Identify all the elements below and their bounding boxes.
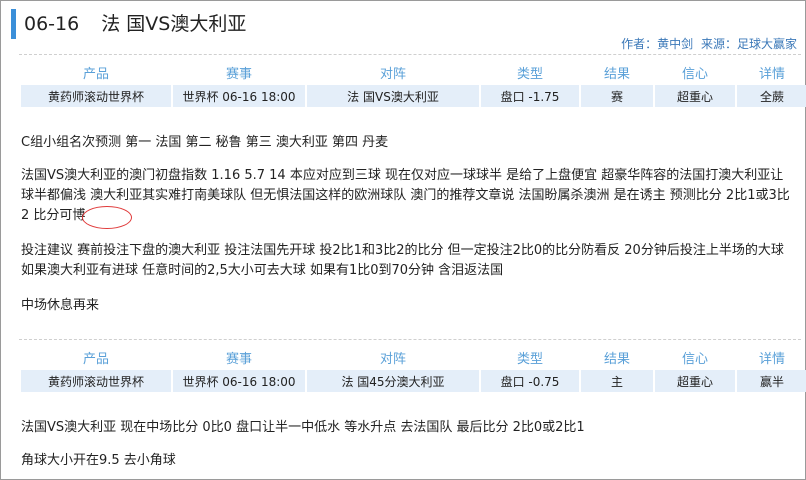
prediction-table-2: 产品 赛事 对阵 类型 结果 信心 详情 黄药师滚动世界杯 世界杯 06-16 … xyxy=(19,344,806,394)
cell-result: 主 xyxy=(581,370,653,392)
byline: 作者：黄中剑 来源：足球大赢家 xyxy=(617,35,797,52)
cell-type: 盘口 -1.75 xyxy=(481,85,579,107)
table-row: 黄药师滚动世界杯 世界杯 06-16 18:00 法 国45分澳大利亚 盘口 -… xyxy=(21,370,806,392)
col-header-event: 赛事 xyxy=(225,351,252,367)
author-label: 作者：黄中剑 xyxy=(621,37,694,51)
col-header-details: 详情 xyxy=(758,66,785,82)
paragraph-analysis: 法国VS澳大利亚的澳门初盘指数 1.16 5.7 14 本应对应到三球 现在仅对… xyxy=(21,168,790,223)
cell-type: 盘口 -0.75 xyxy=(481,370,579,392)
cell-confidence: 超重心 xyxy=(655,370,735,392)
paragraph-group-prediction: C组小组名次预测 第一 法国 第二 秘鲁 第三 澳大利亚 第四 丹麦 xyxy=(21,135,389,150)
cell-match: 法 国VS澳大利亚 xyxy=(307,85,479,107)
col-header-confidence: 信心 xyxy=(681,66,708,82)
paragraph-betting-advice: 投注建议 赛前投注下盘的澳大利亚 投注法国先开球 投2比1和3比2的比分 但一定… xyxy=(21,243,784,278)
table-header-row: 产品 赛事 对阵 类型 结果 信心 详情 xyxy=(21,346,806,368)
col-header-product: 产品 xyxy=(82,351,109,367)
col-header-result: 结果 xyxy=(603,66,630,82)
cell-match: 法 国45分澳大利亚 xyxy=(307,370,479,392)
paragraph-halftime: 中场休息再来 xyxy=(21,298,100,313)
col-header-type: 类型 xyxy=(516,351,543,367)
cell-product: 黄药师滚动世界杯 xyxy=(21,85,171,107)
col-header-confidence: 信心 xyxy=(681,351,708,367)
cell-details: 赢半 xyxy=(737,370,806,392)
divider xyxy=(19,339,801,340)
col-header-match: 对阵 xyxy=(379,66,406,82)
cell-confidence: 超重心 xyxy=(655,85,735,107)
cell-details: 全蕨 xyxy=(737,85,806,107)
col-header-details: 详情 xyxy=(758,351,785,367)
source-label: 来源：足球大赢家 xyxy=(700,37,797,51)
table-row: 黄药师滚动世界杯 世界杯 06-16 18:00 法 国VS澳大利亚 盘口 -1… xyxy=(21,85,806,107)
prediction-table-1: 产品 赛事 对阵 类型 结果 信心 详情 黄药师滚动世界杯 世界杯 06-16 … xyxy=(19,59,806,109)
col-header-product: 产品 xyxy=(82,66,109,82)
paragraph-halftime-update: 法国VS澳大利亚 现在中场比分 0比0 盘口让半一中低水 等水升点 去法国队 最… xyxy=(21,420,585,435)
cell-product: 黄药师滚动世界杯 xyxy=(21,370,171,392)
article-frame: 06-16 法 国VS澳大利亚 作者：黄中剑 来源：足球大赢家 产品 赛事 对阵… xyxy=(0,0,806,480)
title-match: 法 国VS澳大利亚 xyxy=(101,13,247,35)
table-header-row: 产品 赛事 对阵 类型 结果 信心 详情 xyxy=(21,61,806,83)
divider xyxy=(19,54,801,55)
title-date: 06-16 xyxy=(24,13,80,35)
col-header-type: 类型 xyxy=(516,66,543,82)
col-header-match: 对阵 xyxy=(379,351,406,367)
cell-event: 世界杯 06-16 18:00 xyxy=(173,85,305,107)
col-header-result: 结果 xyxy=(603,351,630,367)
col-header-event: 赛事 xyxy=(225,66,252,82)
paragraph-corners: 角球大小开在9.5 去小角球 xyxy=(21,453,176,468)
cell-result: 赛 xyxy=(581,85,653,107)
cell-event: 世界杯 06-16 18:00 xyxy=(173,370,305,392)
